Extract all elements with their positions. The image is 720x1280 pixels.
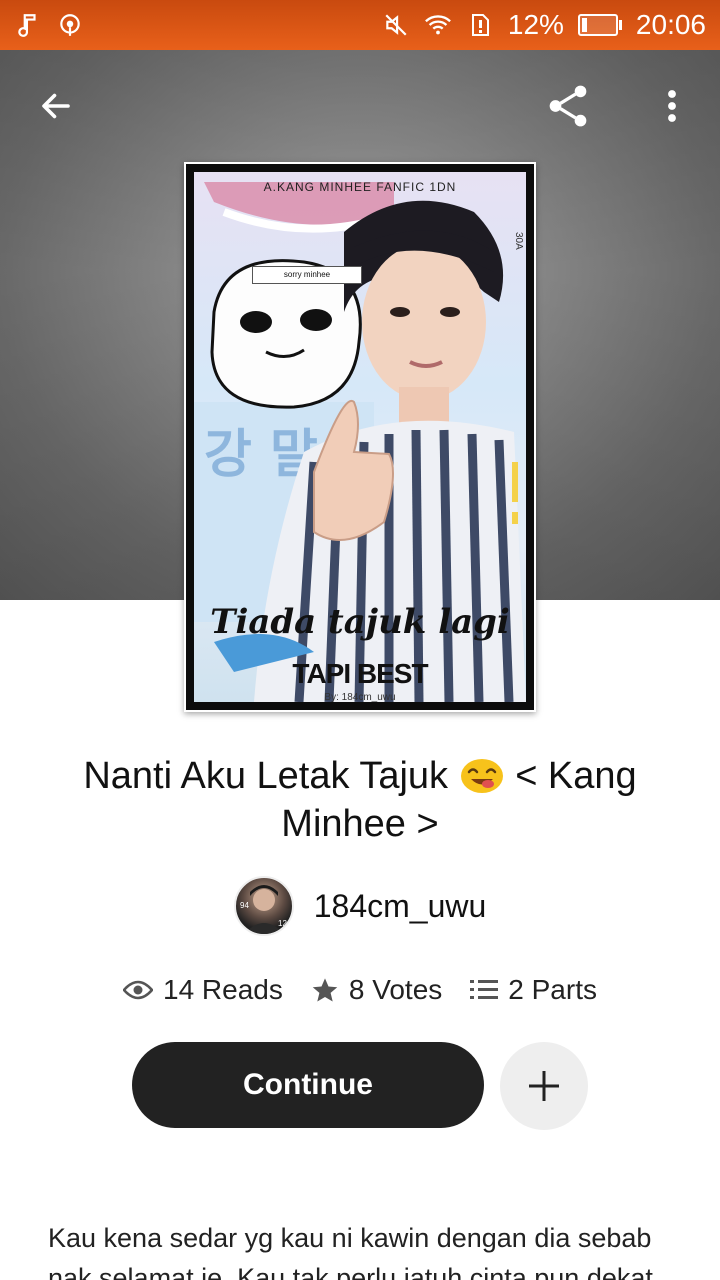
add-to-library-button[interactable]: [500, 1042, 588, 1130]
share-button[interactable]: [540, 78, 596, 134]
author-name[interactable]: 184cm_uwu: [314, 888, 487, 925]
svg-text:94: 94: [240, 901, 249, 910]
reads-stat: 14 Reads: [123, 974, 283, 1006]
parts-stat: 2 Parts: [470, 974, 597, 1006]
cover-byline: By: 184cm_uwu: [324, 692, 396, 702]
story-description: Kau kena sedar yg kau ni kawin dengan di…: [48, 1223, 653, 1280]
story-stats: 14 Reads 8 Votes 2 Parts: [0, 974, 720, 1006]
cover-artwork: 강 말 30A A.KANG MINHEE FANFIC 1DN sorry m…: [194, 172, 526, 702]
reads-count: 14 Reads: [163, 974, 283, 1005]
svg-text:12: 12: [278, 919, 287, 928]
cover-speech-bubble: sorry minhee: [252, 266, 362, 284]
plus-icon: [529, 1071, 559, 1101]
savoring-face-emoji-icon: [460, 759, 503, 793]
story-title: Nanti Aku Letak Tajuk < Kang Minhee >: [40, 752, 680, 848]
mute-icon: [382, 11, 410, 39]
battery-charging-icon: [577, 14, 622, 36]
status-bar: 12% 20:06: [0, 0, 720, 50]
eye-icon: [123, 980, 153, 1000]
cover-header-text: A.KANG MINHEE FANFIC 1DN: [263, 180, 457, 194]
clock: 20:06: [635, 9, 706, 40]
share-icon: [549, 85, 587, 127]
book-cover[interactable]: 강 말 30A A.KANG MINHEE FANFIC 1DN sorry m…: [184, 162, 536, 712]
votes-stat: 8 Votes: [311, 974, 442, 1006]
more-vert-icon: [668, 90, 676, 122]
author-row[interactable]: 94 12 184cm_uwu: [0, 876, 720, 936]
svg-text:30A: 30A: [513, 232, 524, 250]
top-app-bar: [0, 50, 720, 162]
continue-reading-button[interactable]: Continue: [132, 1042, 484, 1128]
cover-subtitle: TAPI BEST: [292, 658, 428, 689]
wifi-icon: [424, 11, 452, 39]
battery-percent: 12%: [507, 9, 564, 40]
sim-alert-icon: [466, 11, 494, 39]
music-note-icon: [14, 11, 42, 39]
podcast-icon: [56, 11, 84, 39]
back-arrow-icon: [42, 93, 70, 119]
list-icon: [470, 980, 499, 999]
star-icon: [312, 978, 338, 1002]
votes-count: 8 Votes: [348, 974, 443, 1005]
story-title-text: Nanti Aku Letak Tajuk: [83, 755, 449, 797]
more-options-button[interactable]: [644, 78, 700, 134]
avatar[interactable]: 94 12: [233, 876, 294, 936]
parts-count: 2 Parts: [508, 974, 597, 1005]
cover-title: Tiada tajuk lagi: [210, 602, 510, 642]
back-button[interactable]: [28, 78, 84, 134]
